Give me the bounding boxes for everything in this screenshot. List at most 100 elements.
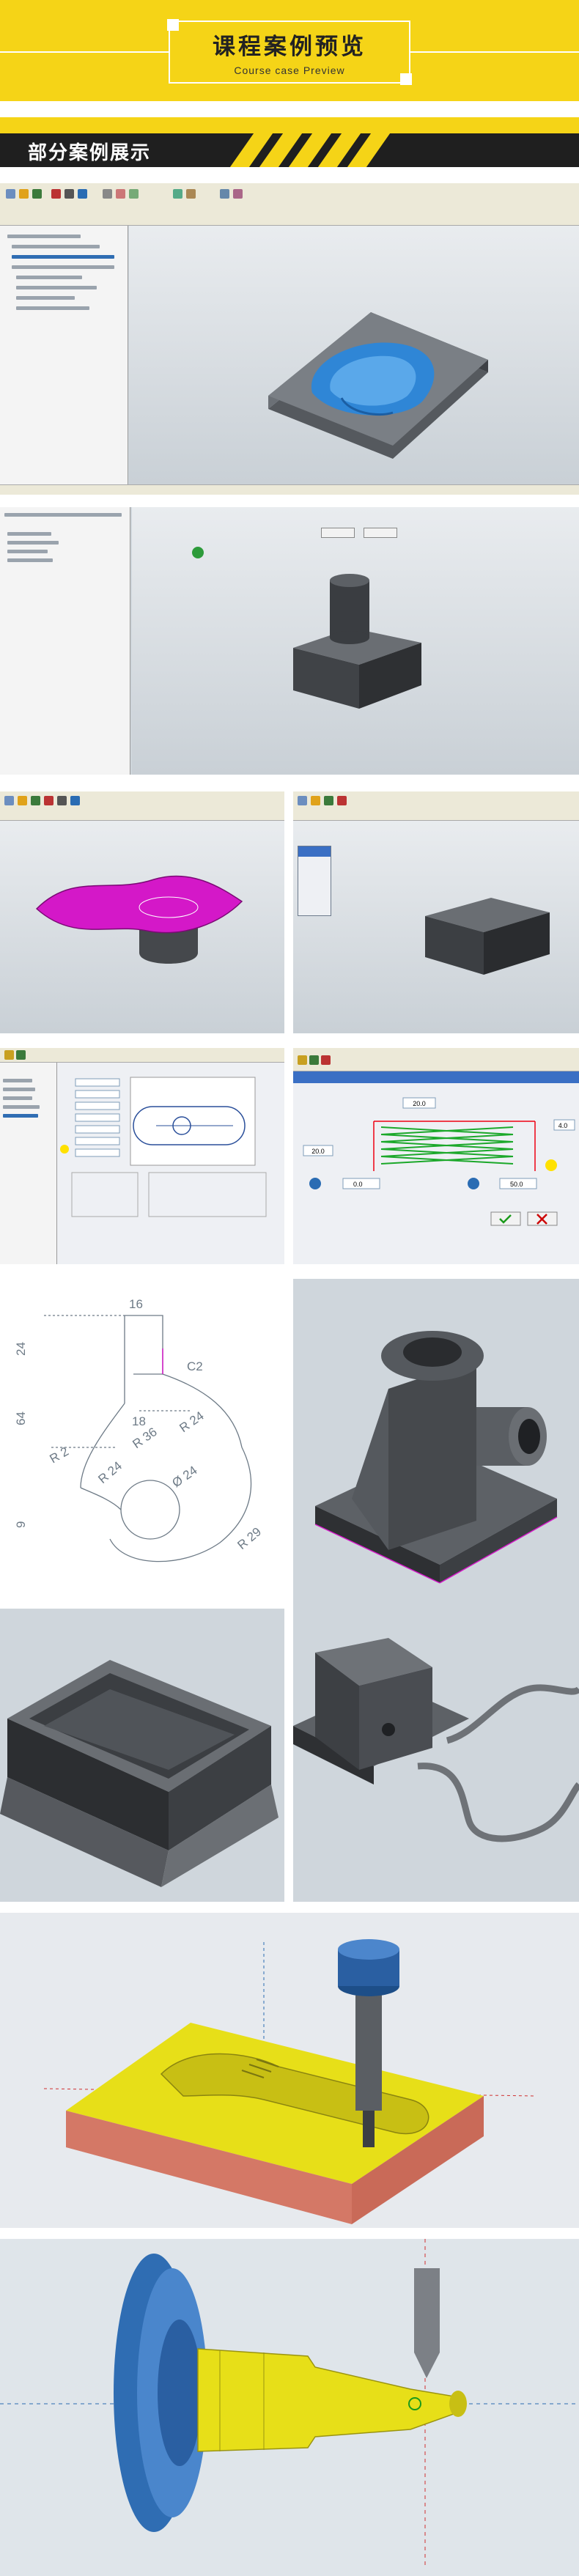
- dim-label: R 29: [235, 1524, 264, 1552]
- section-title: 部分案例展示: [28, 141, 152, 163]
- toolbar: [0, 791, 284, 821]
- tool-icon[interactable]: [70, 796, 80, 805]
- tool-icon[interactable]: [324, 796, 333, 805]
- tree-item[interactable]: [16, 306, 89, 310]
- field-value: 50.0: [510, 1181, 523, 1188]
- dim-label: C2: [187, 1359, 203, 1373]
- toolbar: [293, 1048, 579, 1071]
- screenshot-chamfer-dialog: [0, 1048, 284, 1264]
- header-title-frame: 课程案例预览 Course case Preview: [167, 19, 412, 85]
- tree-item[interactable]: [16, 296, 75, 300]
- tree-item[interactable]: [16, 286, 97, 289]
- dim-label: 9: [14, 1521, 28, 1528]
- tool-icon[interactable]: [44, 796, 54, 805]
- tree-item[interactable]: [3, 1079, 32, 1082]
- tree-item[interactable]: [3, 1114, 38, 1118]
- tree-item[interactable]: [12, 265, 114, 269]
- cam-pocket-model: [43, 1939, 536, 2224]
- screenshot-lathe-shaft: [0, 2239, 579, 2576]
- tool-icon[interactable]: [16, 1050, 26, 1060]
- solid-icon[interactable]: [78, 189, 87, 199]
- dim-label: 64: [14, 1411, 28, 1425]
- view-button[interactable]: [321, 528, 355, 538]
- graphics-viewport[interactable]: [293, 821, 579, 1033]
- tree-item[interactable]: [7, 532, 51, 536]
- open-icon[interactable]: [19, 189, 29, 199]
- tree-item[interactable]: [3, 1096, 32, 1100]
- tool-icon[interactable]: [173, 189, 182, 199]
- tool-icon[interactable]: [18, 796, 27, 805]
- mold-cavity-model: [268, 312, 488, 459]
- tool-icon[interactable]: [31, 796, 40, 805]
- save-icon[interactable]: [32, 189, 42, 199]
- tool-icon[interactable]: [129, 189, 139, 199]
- tool-icon[interactable]: [57, 796, 67, 805]
- magenta-surface-model: [35, 875, 243, 964]
- graphics-viewport[interactable]: [129, 226, 579, 484]
- tree-item[interactable]: [3, 1088, 35, 1091]
- palette-title: [298, 846, 331, 857]
- screenshot-bracket-pipe: [293, 1609, 579, 1902]
- tool-icon[interactable]: [4, 1050, 14, 1060]
- tool-icon[interactable]: [298, 1055, 307, 1065]
- helix-form: 20.0 4.0 20.0 0.0 50.0: [303, 1097, 575, 1226]
- tool-icon[interactable]: [311, 796, 320, 805]
- file-icon[interactable]: [6, 189, 15, 199]
- tool-icon[interactable]: [4, 796, 14, 805]
- technical-drawing: 16 C2 24 64 R 2 R 36 R 24 18 R 24 Ø 24 9…: [14, 1297, 264, 1562]
- course-preview-page: 课程案例预览 Course case Preview 部分案例展示 20.0 4…: [0, 0, 579, 2576]
- sketch-icon[interactable]: [64, 189, 74, 199]
- tool-icon[interactable]: [309, 1055, 319, 1065]
- tree-item[interactable]: [16, 276, 82, 279]
- screenshot-tray: [0, 1609, 284, 1902]
- dim-label: R 24: [95, 1458, 125, 1486]
- tree-item[interactable]: [3, 1105, 40, 1109]
- bracket-pipe-model: [293, 1638, 579, 1842]
- tree-item[interactable]: [4, 513, 122, 517]
- tree-item[interactable]: [7, 541, 59, 545]
- lathe-shaft-model: [0, 2239, 579, 2569]
- tool-icon[interactable]: [233, 189, 243, 199]
- field-value: 20.0: [413, 1100, 426, 1107]
- screenshot-square-block: [293, 791, 579, 1033]
- square-block-model: [425, 898, 550, 975]
- field-value: 20.0: [311, 1148, 325, 1155]
- tool-icon[interactable]: [116, 189, 125, 199]
- dialog-title-bar: [293, 1071, 579, 1083]
- field-value: 4.0: [558, 1122, 568, 1129]
- tree-item[interactable]: [12, 245, 100, 248]
- screenshot-helix-dialog: 20.0 4.0 20.0 0.0 50.0: [293, 1048, 579, 1264]
- tool-icon[interactable]: [186, 189, 196, 199]
- tree-item[interactable]: [7, 235, 81, 238]
- graphics-viewport[interactable]: [0, 821, 284, 1033]
- toolbar: [0, 1048, 284, 1063]
- measure-icon[interactable]: [51, 189, 61, 199]
- tree-item[interactable]: [7, 550, 48, 553]
- graphics-viewport[interactable]: [132, 507, 579, 775]
- status-bar: [0, 484, 579, 495]
- screenshot-surface-magenta: [0, 791, 284, 1033]
- block-cylinder-model: [192, 547, 421, 709]
- tree-item[interactable]: [12, 255, 114, 259]
- ribbon-toolbar: [0, 183, 579, 226]
- dim-label: 24: [14, 1342, 28, 1356]
- accent-stripe: [0, 117, 579, 133]
- dim-label: 16: [129, 1297, 143, 1311]
- header-left-line: [0, 51, 169, 53]
- tool-icon[interactable]: [298, 796, 307, 805]
- dim-label: R 24: [177, 1409, 206, 1435]
- tool-icon[interactable]: [220, 189, 229, 199]
- dim-label: 18: [132, 1414, 146, 1428]
- tool-icon[interactable]: [103, 189, 112, 199]
- screenshot-cam-pocket: [0, 1913, 579, 2228]
- header-banner: 课程案例预览 Course case Preview: [0, 0, 579, 101]
- tool-icon[interactable]: [337, 796, 347, 805]
- tray-model: [0, 1660, 279, 1887]
- tool-icon[interactable]: [321, 1055, 331, 1065]
- bearing-block-model: [314, 1331, 558, 1584]
- header-title: 课程案例预览: [213, 34, 366, 59]
- view-button[interactable]: [364, 528, 397, 538]
- tree-item[interactable]: [7, 558, 53, 562]
- screenshot-2d-drawing: 16 C2 24 64 R 2 R 36 R 24 18 R 24 Ø 24 9…: [0, 1279, 284, 1612]
- dim-label: Ø 24: [169, 1464, 199, 1491]
